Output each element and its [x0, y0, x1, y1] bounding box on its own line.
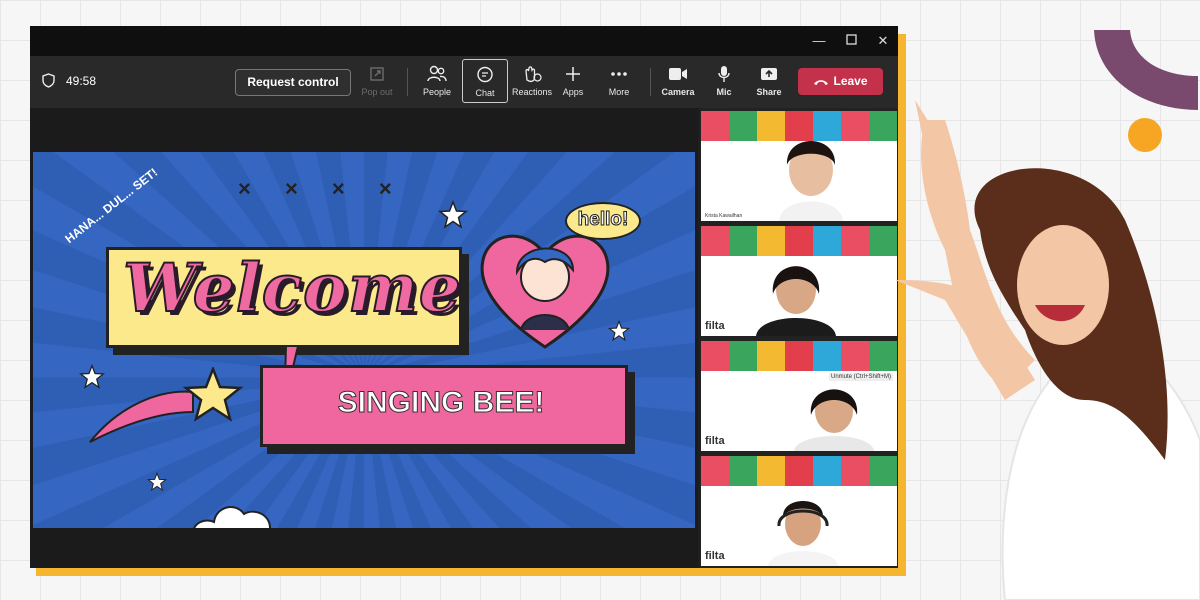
participant-tile[interactable]: filta — [701, 456, 897, 566]
pointing-woman-illustration — [895, 100, 1200, 600]
crosses-decoration: × × × × — [238, 176, 406, 201]
share-button[interactable]: Share — [747, 63, 791, 103]
toolbar-divider — [650, 68, 651, 96]
hana-dul-set-text: HANA... DUL... SET! — [62, 165, 161, 246]
minimize-icon[interactable]: — — [810, 32, 828, 50]
reactions-icon — [525, 66, 542, 83]
meeting-window: — ✕ 49:58 Request control Pop out People… — [30, 26, 898, 568]
pop-out-icon — [370, 67, 384, 81]
star-icon — [147, 472, 167, 492]
apps-icon — [566, 67, 580, 81]
apps-button[interactable]: Apps — [551, 63, 595, 103]
filta-watermark: filta — [705, 320, 725, 332]
cloud-illustration — [193, 506, 271, 528]
participant-tile[interactable]: Krista Kawailhan — [701, 111, 897, 221]
maximize-icon[interactable] — [842, 32, 860, 50]
close-icon[interactable]: ✕ — [874, 32, 892, 50]
avatar-strip — [701, 456, 897, 486]
leave-label: Leave — [833, 74, 868, 88]
participant-video — [794, 389, 874, 451]
meeting-timer: 49:58 — [66, 74, 97, 88]
heart-portrait-illustration — [480, 234, 610, 349]
participant-video — [756, 266, 836, 336]
apps-label: Apps — [562, 87, 584, 97]
request-control-button[interactable]: Request control — [235, 69, 351, 96]
participant-tile[interactable]: filta — [701, 226, 897, 336]
star-icon — [438, 200, 468, 229]
camera-label: Camera — [661, 87, 695, 97]
participant-video — [779, 141, 843, 221]
mic-icon — [718, 66, 730, 82]
camera-button[interactable]: Camera — [656, 63, 700, 103]
meeting-toolbar: 49:58 Request control Pop out People Cha… — [30, 56, 898, 108]
participant-tile[interactable]: Unmute (Ctrl+Shift+M) filta — [701, 341, 897, 451]
leave-button[interactable]: Leave — [798, 68, 883, 95]
people-icon — [427, 65, 447, 82]
people-label: People — [422, 87, 452, 97]
shooting-star-illustration — [89, 367, 244, 443]
filta-watermark: filta — [705, 550, 725, 562]
avatar-strip — [701, 341, 897, 371]
participant-name: Krista Kawailhan — [705, 213, 743, 219]
participants-panel: Krista Kawailhan filta Unmute (Ctrl+Shif… — [700, 108, 898, 568]
pop-out-label: Pop out — [361, 87, 393, 97]
welcome-title: Welcome — [122, 248, 462, 328]
pop-out-button[interactable]: Pop out — [355, 63, 399, 103]
mic-button[interactable]: Mic — [702, 63, 746, 103]
mic-label: Mic — [716, 87, 732, 97]
people-button[interactable]: People — [415, 63, 459, 103]
more-button[interactable]: More — [597, 63, 641, 103]
chat-label: Chat — [475, 88, 495, 98]
participant-video — [768, 501, 838, 566]
shield-icon — [42, 73, 55, 88]
singing-bee-title: SINGING BEE! — [337, 386, 545, 420]
shared-screen-area: × × × × HANA... DUL... SET! Welcome hell… — [30, 108, 698, 568]
phone-hangup-icon — [814, 80, 829, 85]
more-icon — [611, 72, 627, 76]
toolbar-divider — [407, 68, 408, 96]
filta-watermark: filta — [705, 435, 725, 447]
chat-button[interactable]: Chat — [462, 59, 508, 103]
chat-icon — [477, 66, 493, 83]
hello-speech-bubble: hello! — [565, 202, 641, 240]
share-icon — [761, 68, 777, 80]
camera-icon — [669, 68, 687, 80]
share-label: Share — [756, 87, 782, 97]
more-label: More — [608, 87, 630, 97]
presentation-slide: × × × × HANA... DUL... SET! Welcome hell… — [33, 152, 695, 528]
title-bar: — ✕ — [30, 26, 898, 56]
